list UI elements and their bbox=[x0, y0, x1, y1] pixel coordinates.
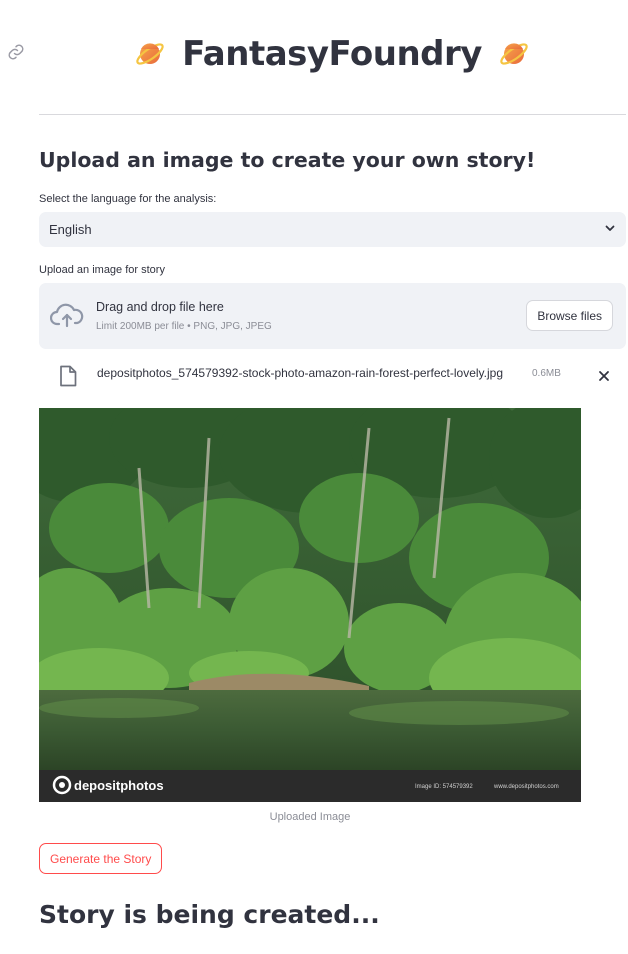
uploaded-file-row: depositphotos_574579392-stock-photo-amaz… bbox=[39, 360, 626, 390]
section-subheader: Upload an image to create your own story… bbox=[39, 148, 536, 172]
app-page: FantasyFoundry Upload an image to create… bbox=[0, 0, 628, 954]
divider bbox=[39, 114, 626, 115]
generate-story-button[interactable]: Generate the Story bbox=[39, 843, 163, 874]
chevron-down-icon bbox=[604, 222, 616, 237]
image-caption: Uploaded Image bbox=[269, 811, 351, 823]
browse-files-button[interactable]: Browse files bbox=[526, 300, 613, 331]
cloud-upload-icon bbox=[49, 301, 84, 331]
dropzone-subtitle: Limit 200MB per file • PNG, JPG, JPEG bbox=[96, 321, 272, 332]
file-icon bbox=[59, 365, 77, 387]
page-title-row: FantasyFoundry bbox=[0, 28, 628, 80]
watermark-id: Image ID: 574579392 bbox=[415, 784, 473, 790]
uploader-label: Upload an image for story bbox=[39, 264, 165, 276]
status-heading: Story is being created... bbox=[39, 900, 380, 929]
language-select-label: Select the language for the analysis: bbox=[39, 193, 217, 205]
watermark-brand: depositphotos bbox=[74, 778, 164, 793]
watermark-site: www.depositphotos.com bbox=[493, 784, 559, 790]
language-select-value: English bbox=[49, 222, 92, 237]
language-select[interactable]: English bbox=[39, 212, 626, 247]
uploaded-file-size: 0.6MB bbox=[532, 368, 561, 379]
page-title: FantasyFoundry bbox=[182, 34, 482, 74]
file-dropzone[interactable]: Drag and drop file here Limit 200MB per … bbox=[39, 283, 626, 349]
ringed-planet-icon bbox=[498, 38, 530, 70]
uploaded-image: depositphotos Image ID: 574579392 www.de… bbox=[39, 408, 581, 802]
dropzone-title: Drag and drop file here bbox=[96, 300, 224, 314]
close-icon[interactable] bbox=[598, 369, 610, 381]
uploaded-file-name: depositphotos_574579392-stock-photo-amaz… bbox=[97, 366, 504, 380]
ringed-planet-icon bbox=[134, 38, 166, 70]
